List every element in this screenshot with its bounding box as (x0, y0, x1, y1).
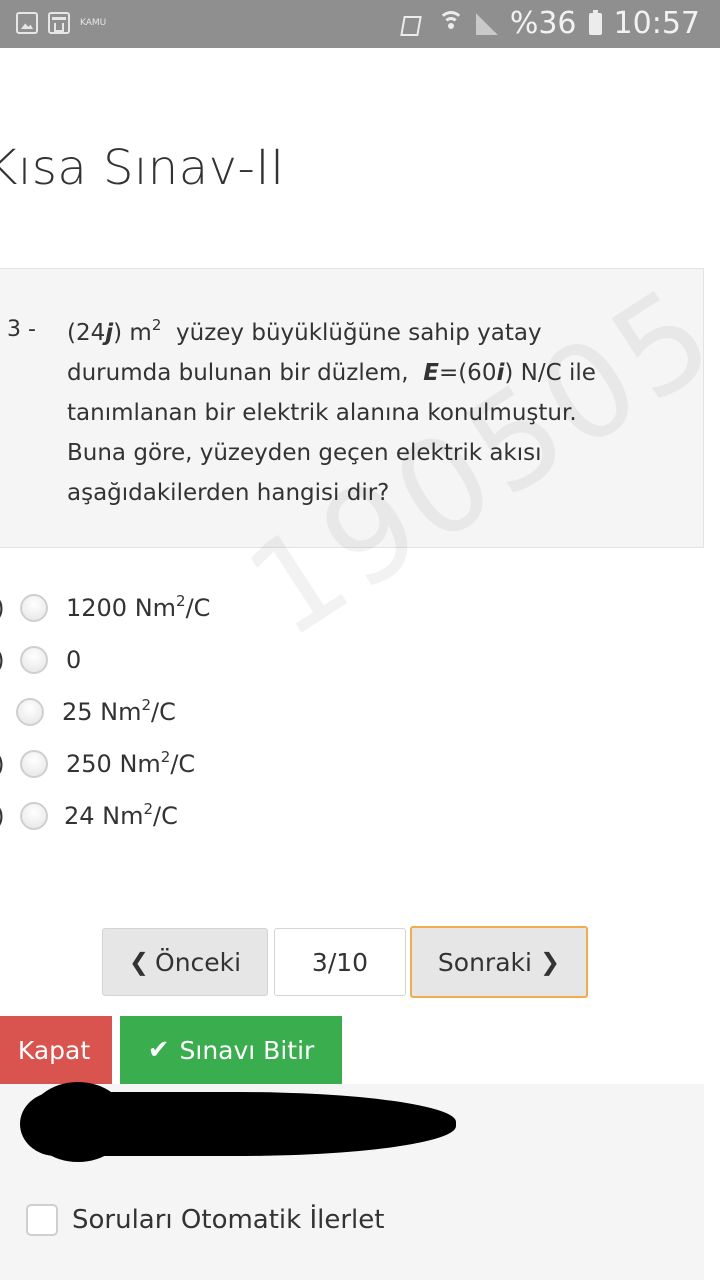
option-label: 24 Nm2/C (64, 800, 178, 831)
option-label: 250 Nm2/C (66, 748, 196, 779)
question-line-1: (24j) m2 yüzey büyüklüğüne sahip yatay (67, 316, 542, 347)
question-text: (24j) m2 yüzey büyüklüğüne sahip yatay d… (67, 313, 667, 513)
option-b[interactable]: ) 0 (0, 638, 400, 682)
chevron-left-icon: ❮ (128, 948, 150, 976)
close-button[interactable]: Kapat (0, 1016, 112, 1084)
signal-icon (475, 12, 498, 35)
redaction-mark (20, 1082, 456, 1162)
status-bar-left: KAMU (16, 12, 106, 34)
option-radio[interactable] (20, 750, 48, 778)
close-label: Kapat (17, 1035, 91, 1065)
option-letter: ) (0, 750, 4, 778)
check-icon: ✔ (147, 1035, 170, 1065)
option-label: 1200 Nm2/C (66, 592, 211, 623)
status-bar-right: %36 10:57 (394, 6, 700, 41)
option-c[interactable]: ) 25 Nm2/C (0, 690, 400, 734)
previous-label: Önceki (155, 947, 242, 977)
option-radio[interactable] (16, 698, 44, 726)
question-line-5: aşağıdakilerden hangisi dir? (67, 480, 390, 506)
mute-icon (394, 13, 426, 35)
option-radio[interactable] (20, 594, 48, 622)
kamu-label: KAMU (80, 17, 107, 28)
wifi-icon (437, 10, 464, 37)
auto-advance-checkbox[interactable] (26, 1204, 58, 1236)
option-d[interactable]: ) 250 Nm2/C (0, 742, 400, 786)
option-letter: ) (0, 802, 4, 830)
option-letter: ) (0, 594, 4, 622)
battery-icon (588, 9, 602, 35)
next-label: Sonraki (437, 947, 532, 977)
finish-label: Sınavı Bitir (179, 1035, 315, 1065)
image-icon (16, 12, 38, 34)
option-e[interactable]: ) 24 Nm2/C (0, 794, 400, 838)
option-label: 0 (66, 646, 82, 674)
battery-percent: %36 (509, 6, 577, 41)
next-button[interactable]: Sonraki ❯ (410, 926, 588, 998)
chevron-right-icon: ❯ (539, 948, 561, 976)
question-line-2: durumda bulunan bir düzlem, E=(60i) N/C … (67, 360, 596, 386)
option-radio[interactable] (20, 802, 48, 830)
auto-advance-label: Soruları Otomatik İlerlet (72, 1205, 385, 1235)
clock: 10:57 (613, 6, 700, 41)
option-a[interactable]: ) 1200 Nm2/C (0, 586, 400, 630)
page-indicator: 3/10 (274, 928, 406, 996)
auto-advance-option[interactable]: Soruları Otomatik İlerlet (26, 1204, 384, 1236)
previous-button[interactable]: ❮ Önceki (102, 928, 268, 996)
status-bar: KAMU %36 10:57 (0, 0, 720, 48)
option-letter: ) (0, 646, 4, 674)
question-number: 3 - (7, 317, 36, 342)
page-title: Kısa Sınav-II (0, 140, 285, 196)
question-panel: 3 - (24j) m2 yüzey büyüklüğüne sahip yat… (0, 268, 704, 548)
finish-exam-button[interactable]: ✔ Sınavı Bitir (120, 1016, 342, 1084)
option-radio[interactable] (20, 646, 48, 674)
question-line-3: tanımlanan bir elektrik alanına konulmuş… (67, 400, 577, 426)
question-line-4: Buna göre, yüzeyden geçen elektrik akısı (67, 440, 542, 466)
window-icon (48, 12, 70, 34)
option-label: 25 Nm2/C (62, 696, 176, 727)
